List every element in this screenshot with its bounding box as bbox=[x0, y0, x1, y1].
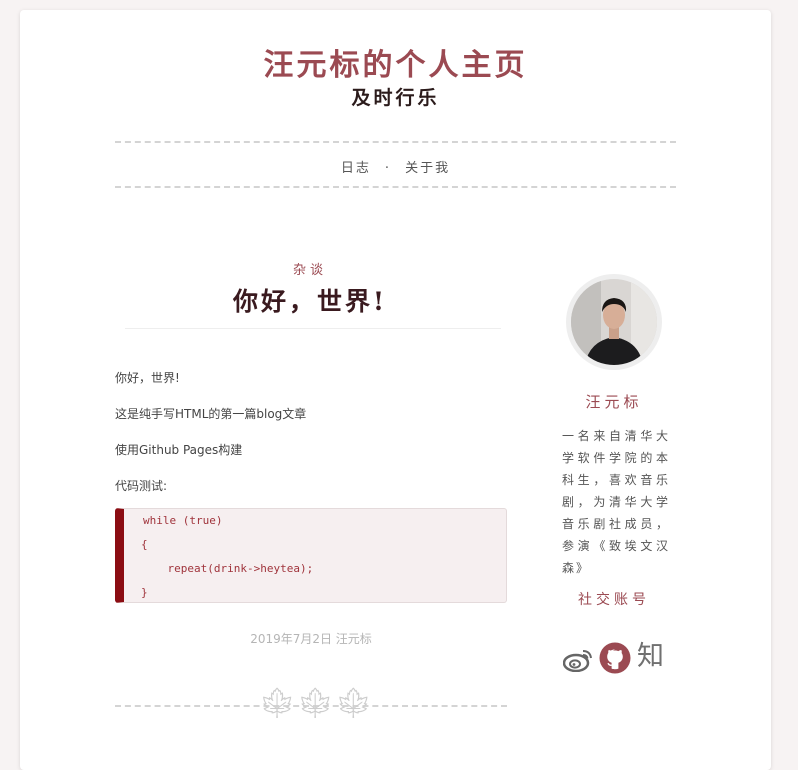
nav-item-blog[interactable]: 日志 bbox=[341, 161, 371, 176]
post-category[interactable]: 杂谈 bbox=[115, 259, 505, 278]
nav-divider-bottom bbox=[115, 186, 676, 188]
post-paragraph: 这是纯手写HTML的第一篇blog文章 bbox=[115, 407, 307, 421]
code-line: { bbox=[141, 538, 148, 551]
maple-leaf-icon: 🍁︎ bbox=[258, 686, 297, 721]
avatar bbox=[566, 274, 662, 370]
author-bio: 一名来自清华大学软件学院的本科生，喜欢音乐剧，为清华大学音乐剧社成员，参演《致埃… bbox=[562, 429, 670, 575]
social-accounts-heading: 社交账号 bbox=[578, 592, 650, 608]
main-nav: 日志 · 关于我 bbox=[20, 157, 771, 176]
maple-leaf-icon: 🍁︎ bbox=[334, 686, 373, 721]
code-block: while (true) { repeat(drink->heytea); } bbox=[115, 508, 507, 603]
social-links: 知 bbox=[562, 640, 673, 678]
post-meta: 2019年7月2日 汪元标 bbox=[250, 632, 372, 646]
nav-divider-top bbox=[115, 141, 676, 143]
post-paragraph: 你好，世界! bbox=[115, 371, 180, 385]
code-line: } bbox=[141, 586, 148, 599]
post-title: 你好，世界! bbox=[233, 287, 387, 316]
site-subtitle: 及时行乐 bbox=[351, 87, 440, 109]
maple-leaf-icon: 🍁︎ bbox=[296, 686, 335, 721]
zhihu-icon[interactable]: 知 bbox=[637, 640, 664, 674]
main-card: 汪元标的个人主页 及时行乐 日志 · 关于我 杂谈 你好，世界! 你好，世界! 这是… bbox=[20, 10, 771, 770]
nav-item-about[interactable]: 关于我 bbox=[405, 161, 450, 176]
nav-separator: · bbox=[384, 161, 392, 176]
avatar-photo bbox=[571, 279, 657, 365]
maple-leaves-ornament: 🍁︎ 🍁︎ 🍁︎ bbox=[258, 686, 372, 722]
weibo-icon[interactable] bbox=[562, 648, 593, 676]
post-paragraph: 使用Github Pages构建 bbox=[115, 443, 243, 457]
code-line: repeat(drink->heytea); bbox=[141, 562, 314, 575]
site-title[interactable]: 汪元标的个人主页 bbox=[20, 40, 771, 84]
author-name: 汪元标 bbox=[585, 393, 643, 411]
post-paragraph: 代码测试: bbox=[115, 479, 168, 493]
title-divider bbox=[125, 328, 501, 329]
code-line: while (true) bbox=[143, 514, 223, 527]
github-icon[interactable] bbox=[599, 642, 631, 678]
